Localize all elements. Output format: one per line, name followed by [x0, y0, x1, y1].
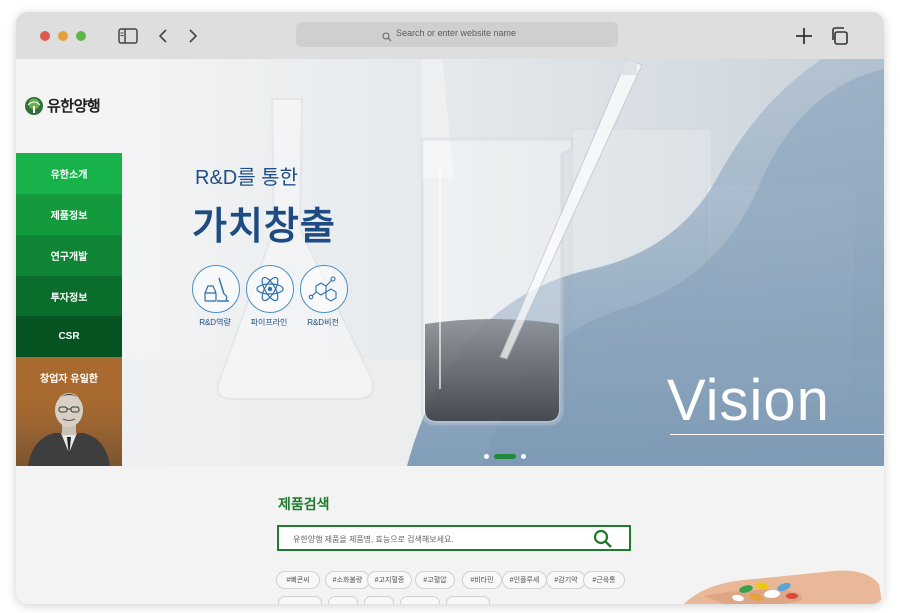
- hero-subtitle: R&D를 통한: [195, 167, 298, 189]
- search-tag-partial[interactable]: [446, 596, 490, 604]
- search-tag-partial[interactable]: [400, 596, 440, 604]
- hero-banner: R&D를 통한 가치창출 R&D역량 파이프라인 R&D비전 Vision: [122, 59, 884, 466]
- search-tag[interactable]: #고혈압: [415, 571, 455, 589]
- hand-with-pills-image: [684, 570, 883, 604]
- sidebar-toggle-icon[interactable]: [117, 25, 139, 47]
- tab-overview-icon[interactable]: [829, 25, 851, 47]
- founder-portrait: [16, 387, 122, 466]
- search-tag[interactable]: #소화불량: [325, 571, 370, 589]
- vision-heading: Vision: [667, 368, 830, 433]
- search-tag[interactable]: #근육통: [583, 571, 625, 589]
- address-placeholder: Search or enter website name: [396, 28, 517, 38]
- product-search-input[interactable]: 유한양행 제품을 제품명, 효능으로 검색해보세요.: [277, 525, 631, 551]
- founder-banner[interactable]: 창업자 유일한: [16, 357, 122, 466]
- back-arrow-icon[interactable]: [153, 25, 175, 47]
- product-search-title: 제품검색: [278, 496, 330, 512]
- microscope-icon: [204, 277, 229, 302]
- search-tag[interactable]: #고지혈증: [367, 571, 412, 589]
- new-tab-plus-icon[interactable]: [793, 25, 815, 47]
- rnd-capability-button[interactable]: [192, 265, 240, 313]
- nav-item-products[interactable]: 제품정보: [16, 194, 122, 235]
- slide-dot-1[interactable]: [484, 454, 489, 459]
- close-window-button[interactable]: [40, 31, 50, 41]
- search-tag[interactable]: #감기약: [546, 571, 586, 589]
- search-tag[interactable]: #비타민: [462, 571, 502, 589]
- logo-text: 유한양행: [47, 98, 101, 115]
- slide-dot-2-active[interactable]: [494, 454, 516, 459]
- magnifier-icon: [593, 529, 612, 548]
- forward-arrow-icon[interactable]: [181, 25, 203, 47]
- search-tag-partial[interactable]: [328, 596, 358, 604]
- browser-toolbar: Search or enter website name: [16, 12, 884, 59]
- hero-title: 가치창출: [192, 206, 336, 248]
- browser-window: Search or enter website name 유한양행 유한소개 제…: [16, 12, 884, 604]
- nav-item-investors[interactable]: 투자정보: [16, 276, 122, 317]
- rnd-vision-label: R&D비전: [307, 318, 339, 327]
- product-search-section: 제품검색 유한양행 제품을 제품명, 효능으로 검색해보세요. #삐콘씨 #소화…: [16, 466, 884, 604]
- tree-logo-icon: [25, 96, 43, 115]
- nav-item-research[interactable]: 연구개발: [16, 235, 122, 276]
- minimize-window-button[interactable]: [58, 31, 68, 41]
- nav-item-csr[interactable]: CSR: [16, 316, 122, 357]
- address-bar[interactable]: Search or enter website name: [296, 22, 618, 47]
- vision-underline: [670, 434, 884, 435]
- molecule-icon: [308, 276, 337, 302]
- search-tag-partial[interactable]: [278, 596, 322, 604]
- yuhan-logo[interactable]: 유한양행: [24, 95, 101, 116]
- rnd-vision-button[interactable]: [300, 265, 348, 313]
- search-button[interactable]: [593, 529, 613, 549]
- pipeline-button[interactable]: [246, 265, 294, 313]
- search-tag[interactable]: #인플루세: [502, 571, 547, 589]
- slide-dot-3[interactable]: [521, 454, 526, 459]
- site-sidebar: 유한양행 유한소개 제품정보 연구개발 투자정보 CSR 창업자 유일한: [16, 59, 122, 466]
- nav-item-company[interactable]: 유한소개: [16, 153, 122, 194]
- search-tag-partial[interactable]: [364, 596, 394, 604]
- maximize-window-button[interactable]: [76, 31, 86, 41]
- search-tag[interactable]: #삐콘씨: [276, 571, 320, 589]
- atom-icon: [256, 276, 284, 302]
- search-icon: [382, 29, 392, 42]
- product-search-placeholder: 유한양행 제품을 제품명, 효능으로 검색해보세요.: [293, 535, 454, 544]
